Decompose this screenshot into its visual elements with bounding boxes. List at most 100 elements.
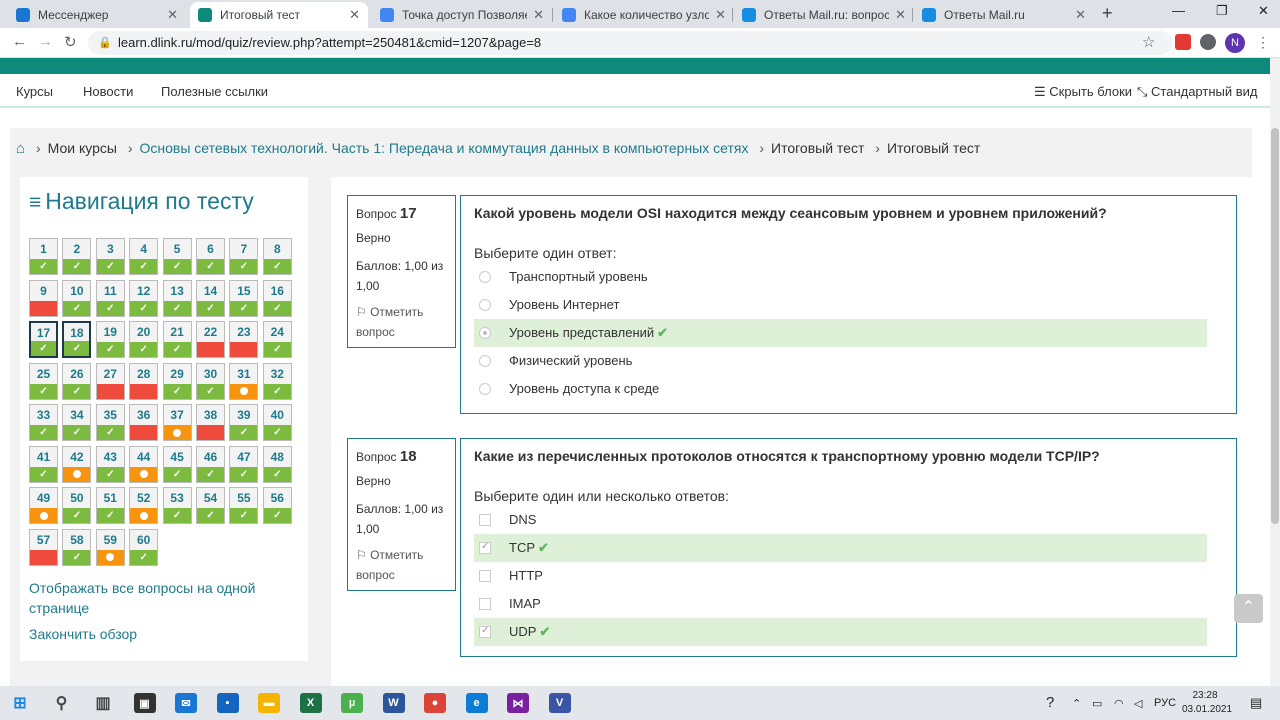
breadcrumb-my-courses[interactable]: Мои курсы xyxy=(48,140,117,156)
question-nav-button[interactable]: 40 ✓ xyxy=(262,404,292,441)
browser-tab[interactable]: Мессенджер ✕ xyxy=(8,2,186,28)
question-nav-button[interactable]: 19 ✓ xyxy=(95,321,125,358)
question-nav-button[interactable]: 2 ✓ xyxy=(62,238,92,275)
question-nav-button[interactable]: 50 ✓ xyxy=(62,487,92,524)
answer-option[interactable]: TCP✔ xyxy=(474,534,1207,562)
question-nav-button[interactable]: 52 xyxy=(129,487,159,524)
volume-icon[interactable]: ◁ xyxy=(1134,697,1142,710)
question-nav-button[interactable]: 55 ✓ xyxy=(229,487,259,524)
utorrent-icon[interactable]: µ xyxy=(341,693,363,713)
checkbox[interactable] xyxy=(479,570,491,582)
question-nav-button[interactable]: 28 xyxy=(129,362,159,400)
answer-option[interactable]: HTTP xyxy=(474,562,1207,590)
question-nav-button[interactable]: 8 ✓ xyxy=(262,238,292,275)
question-nav-button[interactable]: 47 ✓ xyxy=(229,445,259,483)
close-tab-icon[interactable]: ✕ xyxy=(1075,7,1086,23)
save-icon[interactable]: ▪ xyxy=(216,693,239,713)
question-nav-button[interactable]: 1 ✓ xyxy=(29,238,58,275)
scroll-to-top-button[interactable]: ⌃ xyxy=(1234,594,1263,623)
edge-icon[interactable]: e xyxy=(465,693,488,713)
answer-option[interactable]: Уровень доступа к среде xyxy=(474,375,1207,403)
back-icon[interactable]: ← xyxy=(12,33,27,50)
network-icon[interactable]: ▭ xyxy=(1092,697,1102,710)
question-nav-button[interactable]: 18 ✓ xyxy=(62,321,92,358)
browser-tab[interactable]: Ответы Mail.ru: вопрос ✕ xyxy=(734,2,914,28)
search-icon[interactable]: ⚲ xyxy=(51,693,73,713)
close-tab-icon[interactable]: ✕ xyxy=(533,7,544,23)
radio-button[interactable] xyxy=(479,383,491,395)
flag-question-link[interactable]: ⚐ Отметить вопрос xyxy=(356,302,447,342)
task-view-icon[interactable]: ▥ xyxy=(92,693,114,713)
question-nav-button[interactable]: 29 ✓ xyxy=(162,362,192,400)
question-nav-button[interactable]: 11 ✓ xyxy=(95,279,125,317)
question-nav-button[interactable]: 33 ✓ xyxy=(29,404,58,441)
question-nav-button[interactable]: 53 ✓ xyxy=(162,487,192,524)
answer-option[interactable]: Уровень Интернет xyxy=(474,291,1207,319)
answer-option[interactable]: DNS xyxy=(474,506,1207,534)
help-icon[interactable]: ? xyxy=(1046,694,1054,711)
minimize-button[interactable]: — xyxy=(1172,3,1185,18)
tray-chevron-icon[interactable]: ⌃ xyxy=(1072,697,1081,710)
store-icon[interactable]: ▣ xyxy=(133,693,156,713)
bookmark-star-icon[interactable]: ☆ xyxy=(1142,33,1155,51)
file-explorer-icon[interactable]: ▬ xyxy=(258,693,280,713)
browser-tab[interactable]: Ответы Mail.ru ✕ xyxy=(914,2,1094,28)
wifi-icon[interactable]: ◠ xyxy=(1114,697,1124,710)
standard-view-button[interactable]: ⤡ Стандартный вид xyxy=(1137,84,1258,100)
close-window-button[interactable]: ✕ xyxy=(1258,3,1269,19)
question-nav-button[interactable]: 59 xyxy=(95,528,125,566)
browser-tab[interactable]: Какое количество узлов до ✕ xyxy=(554,2,734,28)
question-nav-button[interactable]: 30 ✓ xyxy=(196,362,225,400)
question-nav-button[interactable]: 36 xyxy=(129,404,159,441)
question-nav-button[interactable]: 5 ✓ xyxy=(162,238,192,275)
question-nav-button[interactable]: 38 xyxy=(196,404,225,441)
close-tab-icon[interactable]: ✕ xyxy=(349,7,360,23)
question-nav-button[interactable]: 58 ✓ xyxy=(62,528,92,566)
question-nav-button[interactable]: 51 ✓ xyxy=(95,487,125,524)
mail-icon[interactable]: ✉ xyxy=(175,693,197,713)
checkbox[interactable] xyxy=(479,514,491,526)
answer-option[interactable]: Транспортный уровень xyxy=(474,263,1207,291)
checkbox[interactable] xyxy=(479,598,491,610)
question-nav-button[interactable]: 10 ✓ xyxy=(62,279,92,317)
question-nav-button[interactable]: 44 xyxy=(129,445,159,483)
close-tab-icon[interactable]: ✕ xyxy=(895,7,906,23)
home-icon[interactable]: ⌂ xyxy=(16,140,25,157)
question-nav-button[interactable]: 49 xyxy=(29,487,58,524)
question-nav-button[interactable]: 41 ✓ xyxy=(29,445,58,483)
word-icon[interactable]: W xyxy=(382,693,405,713)
question-nav-button[interactable]: 48 ✓ xyxy=(262,445,292,483)
question-nav-button[interactable]: 39 ✓ xyxy=(229,404,259,441)
chrome-icon[interactable]: ● xyxy=(424,693,446,713)
checkbox[interactable] xyxy=(479,541,491,554)
question-nav-button[interactable]: 16 ✓ xyxy=(262,279,292,317)
address-bar[interactable]: 🔒 learn.dlink.ru/mod/quiz/review.php?att… xyxy=(88,31,1172,55)
question-nav-button[interactable]: 14 ✓ xyxy=(196,279,225,317)
reload-icon[interactable]: ↻ xyxy=(64,33,77,51)
question-nav-button[interactable]: 7 ✓ xyxy=(229,238,259,275)
question-nav-button[interactable]: 37 xyxy=(162,404,192,441)
question-nav-button[interactable]: 46 ✓ xyxy=(196,445,225,483)
question-nav-button[interactable]: 54 ✓ xyxy=(196,487,225,524)
scrollbar-thumb[interactable] xyxy=(1271,128,1279,524)
question-nav-button[interactable]: 35 ✓ xyxy=(95,404,125,441)
answer-option[interactable]: UDP✔ xyxy=(474,618,1207,646)
visual-studio-icon[interactable]: ⋈ xyxy=(507,693,529,713)
windows-start-icon[interactable]: ⊞ xyxy=(9,693,31,713)
question-nav-button[interactable]: 24 ✓ xyxy=(262,321,292,358)
question-nav-button[interactable]: 4 ✓ xyxy=(129,238,159,275)
question-nav-button[interactable]: 9 xyxy=(29,279,58,317)
close-tab-icon[interactable]: ✕ xyxy=(715,7,726,23)
question-nav-button[interactable]: 20 ✓ xyxy=(129,321,159,358)
close-tab-icon[interactable]: ✕ xyxy=(167,7,178,23)
question-nav-button[interactable]: 22 xyxy=(196,321,225,358)
radio-button[interactable] xyxy=(479,355,491,367)
answer-option[interactable]: Уровень представлений ✔ xyxy=(474,319,1207,347)
radio-button[interactable] xyxy=(479,271,491,283)
question-nav-button[interactable]: 13 ✓ xyxy=(162,279,192,317)
question-nav-button[interactable]: 57 xyxy=(29,528,58,566)
question-nav-button[interactable]: 45 ✓ xyxy=(162,445,192,483)
nav-courses[interactable]: Курсы xyxy=(16,84,53,99)
question-nav-button[interactable]: 27 xyxy=(95,362,125,400)
show-all-questions-link[interactable]: Отображать все вопросы на одной странице xyxy=(29,578,289,618)
